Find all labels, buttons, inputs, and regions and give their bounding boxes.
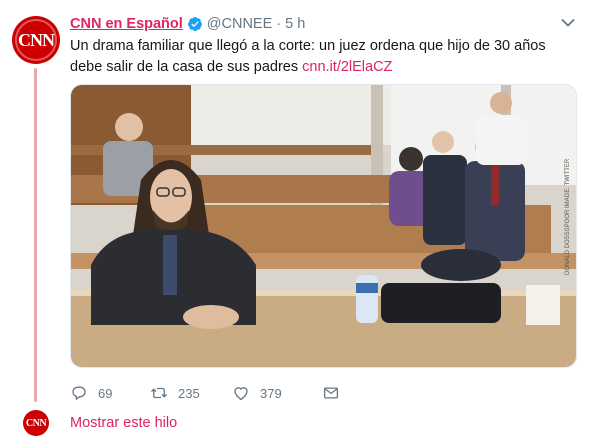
- header-separator: ·: [276, 16, 282, 32]
- photo-watermark: DONALD DOSSSPOOR IMAGE: TWITTER: [565, 158, 571, 275]
- account-avatar[interactable]: CNN: [12, 16, 60, 64]
- chevron-down-icon[interactable]: [561, 18, 575, 28]
- tweet-photo[interactable]: DONALD DOSSSPOOR IMAGE: TWITTER: [70, 84, 577, 368]
- tweet-timestamp[interactable]: 5 h: [285, 16, 305, 32]
- photo-upper-wall: [191, 85, 391, 145]
- tweet-header: CNN en Español @CNNEE · 5 h: [70, 14, 305, 34]
- photo-officer-head: [490, 92, 512, 114]
- photo-subject-tie: [163, 235, 177, 295]
- envelope-icon: [323, 387, 339, 399]
- photo-person-bg-head: [115, 113, 143, 141]
- direct-message-button[interactable]: [322, 384, 340, 402]
- photo-woman-hair: [399, 147, 423, 171]
- retweet-icon: [151, 387, 167, 399]
- avatar-ring: [15, 19, 57, 61]
- tweet-link[interactable]: cnn.it/2lElaCZ: [302, 59, 392, 75]
- retweet-button[interactable]: 235: [150, 384, 232, 402]
- retweet-count: 235: [178, 385, 200, 401]
- photo-water-bottle: [356, 275, 378, 323]
- reply-button[interactable]: 69: [70, 384, 150, 402]
- thread-connector-line: [34, 68, 37, 402]
- photo-cup: [526, 285, 560, 325]
- display-name-link[interactable]: CNN en Español: [70, 16, 183, 32]
- verified-badge-icon: [187, 17, 202, 31]
- account-handle[interactable]: @CNNEE: [207, 16, 272, 32]
- photo-man2-body: [423, 155, 467, 245]
- photo-man3-tie: [491, 165, 499, 205]
- like-count: 379: [260, 385, 282, 401]
- photo-subject-hands: [183, 305, 239, 329]
- photo-man2-head: [432, 131, 454, 153]
- photo-bottle-label: [356, 283, 378, 293]
- tweet-card[interactable]: CNN CNN en Español @CNNEE · 5 h Un drama…: [0, 0, 597, 439]
- thread-avatar[interactable]: CNN: [23, 410, 49, 436]
- tweet-actions: 69 235 379: [70, 382, 340, 404]
- courtroom-photo-illustration: DONALD DOSSSPOOR IMAGE: TWITTER: [71, 85, 576, 367]
- photo-bag: [421, 249, 501, 281]
- heart-icon: [234, 387, 248, 401]
- photo-coat: [381, 283, 501, 323]
- like-button[interactable]: 379: [232, 384, 322, 402]
- reply-count: 69: [98, 385, 113, 401]
- reply-icon: [72, 386, 86, 400]
- thread-avatar-text: CNN: [25, 417, 47, 429]
- photo-officer-shirt: [476, 115, 526, 165]
- show-thread-link[interactable]: Mostrar este hilo: [70, 415, 177, 431]
- tweet-text: Un drama familiar que llegó a la corte: …: [70, 36, 580, 77]
